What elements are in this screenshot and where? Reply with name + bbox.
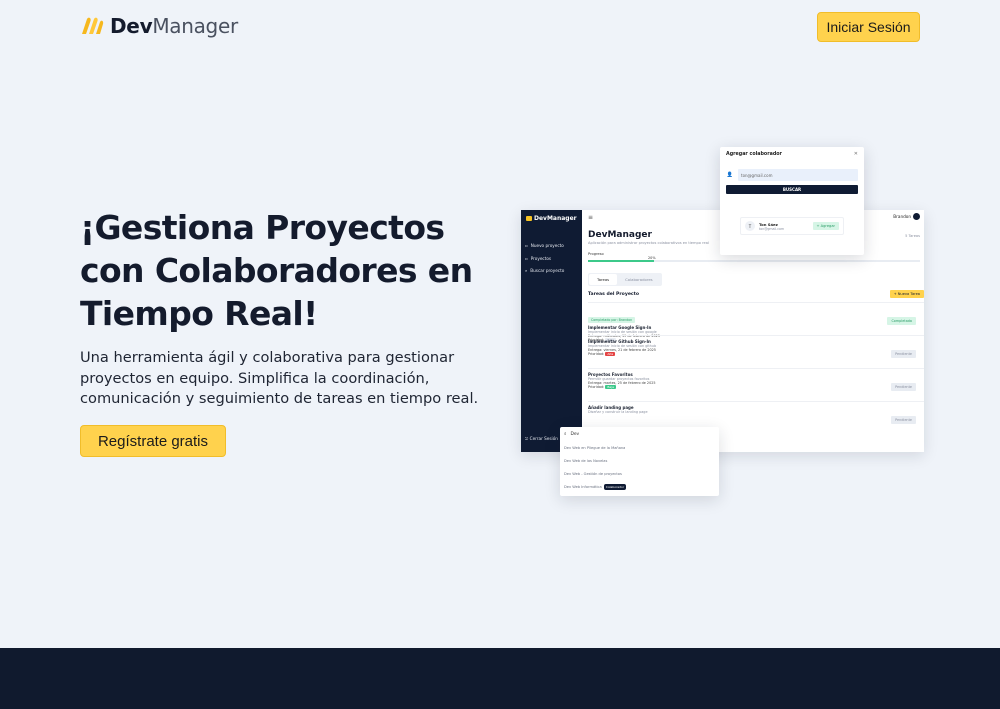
list-item: Dev Web en Pliegue de la Mañana [564,446,626,450]
search-input: ⌕ Dev [564,431,580,438]
close-icon: ✕ [853,151,858,157]
modal-title: Agregar colaborador [726,152,782,157]
preview-logout: ⎋ Cerrar Sesión [525,436,558,441]
preview-tab-collaborators: Colaboradores [625,277,653,282]
preview-tabs: Tareas Colaboradores [588,273,662,286]
modal-result: T Ton Sáez ton@gmail.com + Agregar [740,217,844,235]
preview-task-count: 5 Tareas [905,234,920,238]
search-icon: ⌕ [564,432,567,437]
avatar [913,213,920,220]
user-icon: 👤 [726,172,734,178]
folder-icon: ▫ [525,256,528,261]
hero-subtitle: Una herramienta ágil y colaborativa para… [80,349,479,407]
task-priority: Prioridad: Baja [588,385,616,389]
preview-sidebar-item-projects: ▫ Proyectos [525,256,552,261]
preview-progress-fill [588,260,655,262]
brand-name: DevManager [110,14,238,38]
search-icon: ⌕ [525,268,528,273]
preview-progress-label: Progreso [588,252,604,256]
add-collaborator-modal: Agregar colaborador ✕ 👤 ton@gmail.com BU… [720,147,864,255]
list-item: Proyectos Favoritos Permitir guardar pro… [588,368,924,401]
preview-progress-bar [588,260,920,262]
list-item: Implementar Github Sign-In Implementar i… [588,335,924,368]
completed-chip: Completado por: Brandon [588,317,636,323]
list-item: Dev Web de las Novelas [564,459,608,463]
search-dropdown: ⌕ Dev Dev Web en Pliegue de la Mañana Dev… [560,427,719,496]
modal-email-field: 👤 ton@gmail.com [726,169,858,181]
preview-tab-tasks: Tareas [589,274,618,285]
preview-sidebar: DevManager ▫ Nuevo proyecto ▫ Proyectos ⌕ B… [521,210,582,452]
avatar: T [745,221,755,231]
logo-mark-icon [82,17,104,34]
brand-logo[interactable]: DevManager [80,14,238,38]
logo-mark-icon [526,216,532,221]
preview-sidebar-item-search: ⌕ Buscar proyecto [525,268,565,273]
modal-email-value: ton@gmail.com [738,169,858,181]
register-button[interactable]: Regístrate gratis [80,425,226,457]
list-item: Completado por: Brandon Implementar Goog… [588,302,924,342]
preview-logo: DevManager [526,215,577,222]
plus-icon: ▫ [525,243,528,248]
hero-title: ¡Gestiona Proyectos con Colaboradores en… [80,208,473,333]
preview-new-task-button: + Nueva Tarea [889,290,924,298]
preview-sidebar-item-new-project: ▫ Nuevo proyecto [525,243,564,248]
collaborator-badge: Colaborador [603,484,627,490]
add-collaborator-button: + Agregar [812,222,839,230]
list-item: Dev Web - Gestión de proyectos [564,472,622,476]
menu-icon: ≡ [588,214,594,221]
preview-section-title: Tareas del Proyecto [588,292,640,297]
modal-search-button: BUSCAR [726,185,858,194]
top-nav: DevManager Iniciar Sesión [0,0,1000,54]
task-desc: Diseñar y construir la landing page [588,410,648,414]
list-item: Dev Web Informática Colaborador [564,484,627,490]
footer-band [0,648,1000,709]
result-email: ton@gmail.com [759,226,785,231]
status-badge: Pendiente [891,383,916,391]
preview-project-title: DevManager [588,230,652,240]
status-badge: Pendiente [891,350,916,358]
status-badge: Completada [887,317,916,325]
status-badge: Pendiente [891,416,916,424]
login-button[interactable]: Iniciar Sesión [817,12,920,42]
preview-user: Brandon [893,213,920,220]
task-priority: Prioridad: Alta [588,352,616,356]
preview-task-list: Completado por: Brandon Implementar Goog… [588,302,924,434]
